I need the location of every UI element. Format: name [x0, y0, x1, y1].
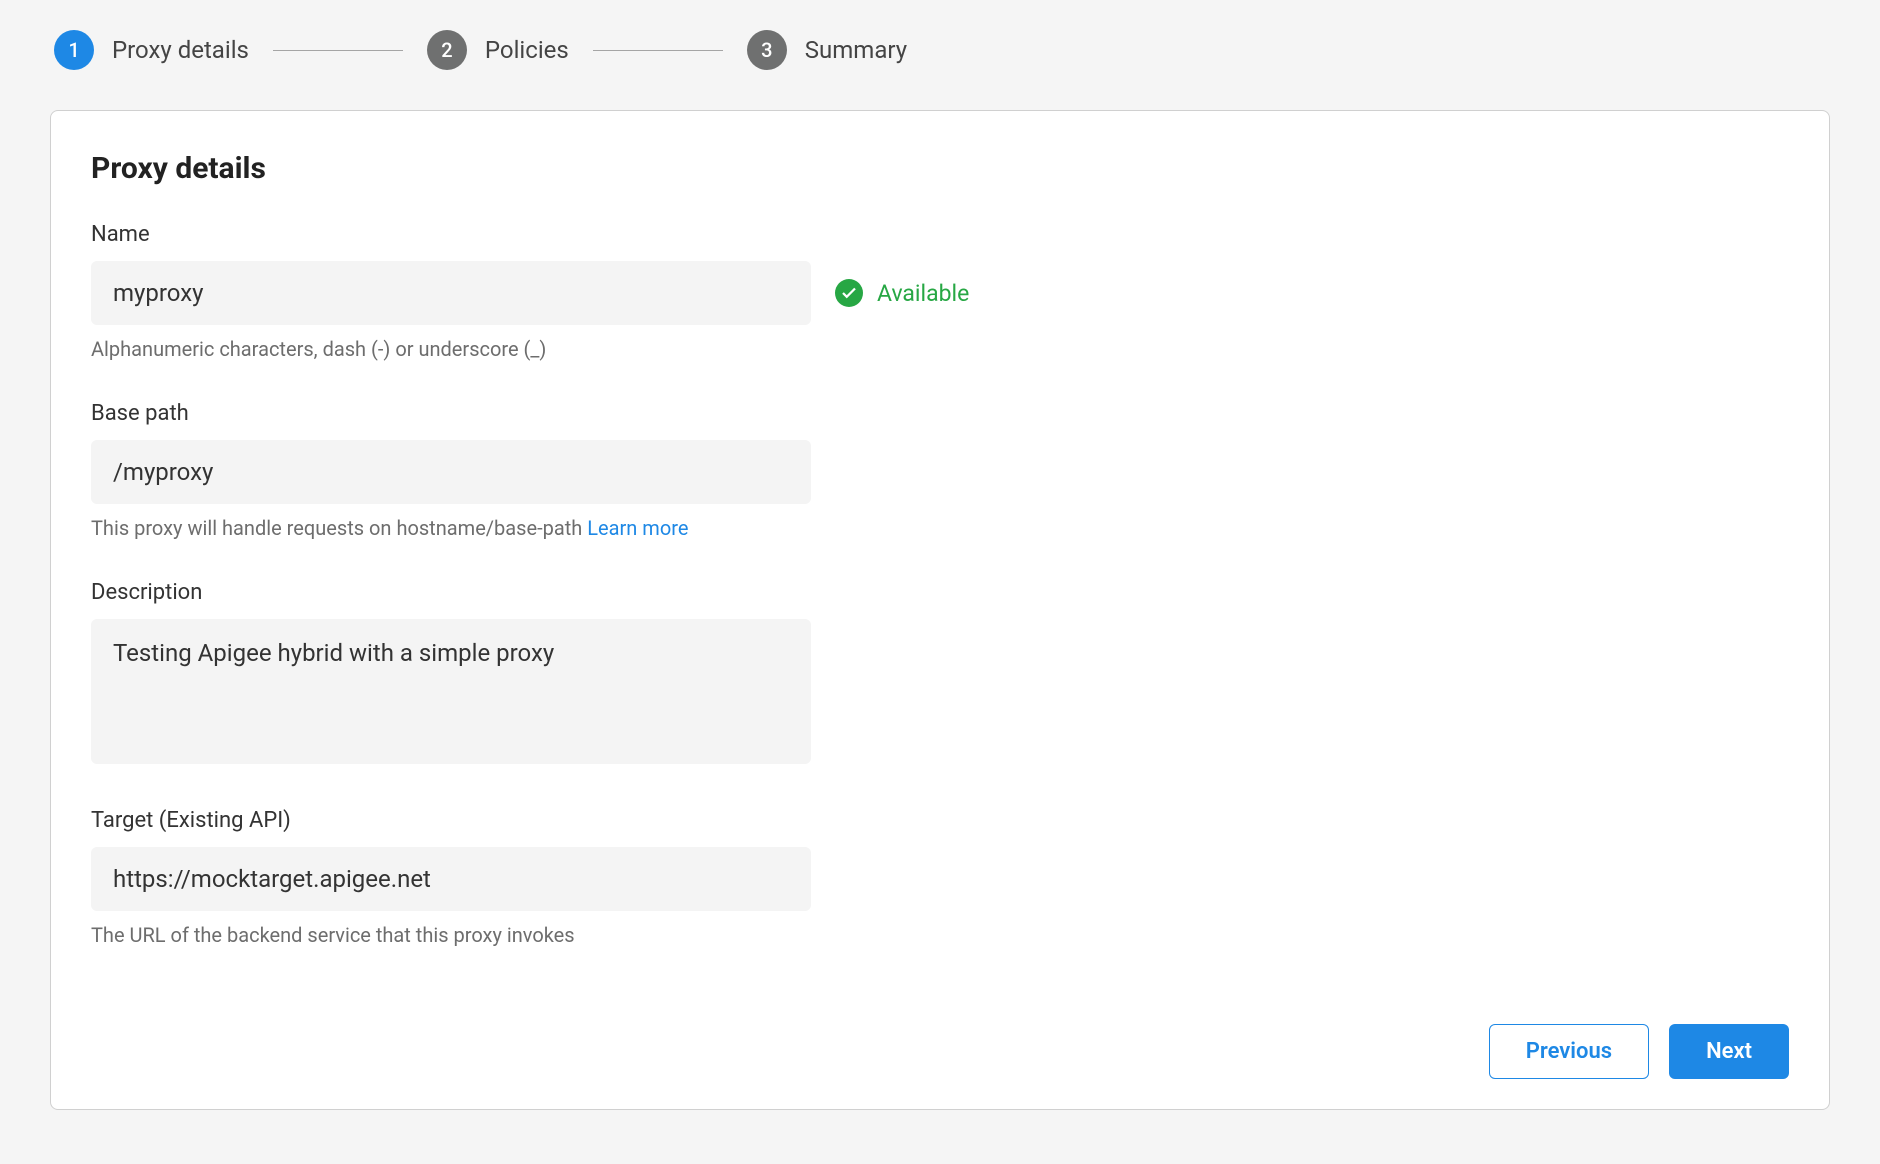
step-label-policies: Policies — [485, 36, 569, 64]
section-title: Proxy details — [91, 151, 1789, 186]
helper-target: The URL of the backend service that this… — [91, 923, 1789, 947]
availability-badge: Available — [835, 279, 969, 307]
step-number-2: 2 — [427, 30, 467, 70]
field-description: Description — [91, 580, 1789, 768]
footer-buttons: Previous Next — [1489, 1024, 1789, 1079]
step-number-3: 3 — [747, 30, 787, 70]
label-description: Description — [91, 580, 1789, 605]
form-card: Proxy details Name Available Alphanumeri… — [50, 110, 1830, 1110]
name-input[interactable] — [91, 261, 811, 325]
field-name: Name Available Alphanumeric characters, … — [91, 222, 1789, 361]
target-input[interactable] — [91, 847, 811, 911]
step-number-1: 1 — [54, 30, 94, 70]
page-container: 1 Proxy details 2 Policies 3 Summary Pro… — [0, 0, 1880, 1140]
helper-name: Alphanumeric characters, dash (-) or und… — [91, 337, 1789, 361]
label-base-path: Base path — [91, 401, 1789, 426]
label-name: Name — [91, 222, 1789, 247]
availability-text: Available — [877, 280, 969, 307]
step-summary[interactable]: 3 Summary — [747, 30, 907, 70]
label-target: Target (Existing API) — [91, 808, 1789, 833]
base-path-input[interactable] — [91, 440, 811, 504]
field-target: Target (Existing API) The URL of the bac… — [91, 808, 1789, 947]
next-button[interactable]: Next — [1669, 1024, 1789, 1079]
step-label-summary: Summary — [805, 36, 907, 64]
step-label-proxy-details: Proxy details — [112, 36, 249, 64]
stepper: 1 Proxy details 2 Policies 3 Summary — [50, 30, 1830, 70]
description-input[interactable] — [91, 619, 811, 764]
previous-button[interactable]: Previous — [1489, 1024, 1649, 1079]
step-divider — [593, 50, 723, 51]
step-proxy-details[interactable]: 1 Proxy details — [54, 30, 249, 70]
helper-base-path: This proxy will handle requests on hostn… — [91, 516, 1789, 540]
step-policies[interactable]: 2 Policies — [427, 30, 569, 70]
field-base-path: Base path This proxy will handle request… — [91, 401, 1789, 540]
check-circle-icon — [835, 279, 863, 307]
helper-base-path-text: This proxy will handle requests on hostn… — [91, 516, 587, 540]
step-divider — [273, 50, 403, 51]
learn-more-link[interactable]: Learn more — [587, 516, 688, 540]
